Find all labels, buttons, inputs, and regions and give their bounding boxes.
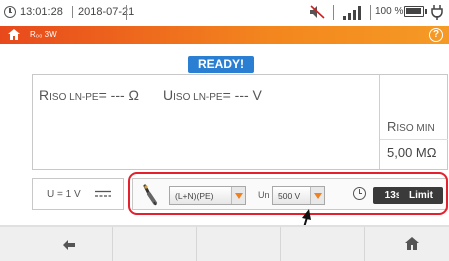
uiso-readout: UISO LN-PE= --- V bbox=[163, 87, 262, 103]
toolbar-slot bbox=[113, 227, 197, 261]
status-divider bbox=[126, 5, 127, 20]
back-arrow-icon bbox=[63, 240, 75, 250]
status-divider bbox=[370, 5, 371, 20]
highlight-frame bbox=[128, 172, 448, 215]
uiso-symbol: U bbox=[163, 87, 174, 103]
status-bar: 13:01:28 2018-07-21 100 % bbox=[0, 0, 449, 26]
status-divider bbox=[333, 5, 334, 20]
status-date: 2018-07-21 bbox=[72, 6, 134, 18]
riso-min-subscript: ISO MIN bbox=[396, 123, 435, 134]
bottom-toolbar bbox=[0, 225, 449, 261]
screen-title: R₀₀ 3W bbox=[30, 30, 57, 39]
status-time: 13:01:28 bbox=[20, 6, 63, 18]
clock-icon bbox=[4, 6, 16, 18]
riso-min-divider bbox=[380, 139, 448, 140]
uiso-value: = --- V bbox=[222, 87, 262, 103]
result-divider bbox=[379, 75, 380, 169]
plug-icon bbox=[431, 5, 443, 20]
dc-symbol-icon bbox=[95, 190, 111, 197]
uiso-subscript: ISO LN-PE bbox=[173, 92, 223, 103]
riso-subscript: ISO LN-PE bbox=[49, 92, 99, 103]
back-button[interactable] bbox=[0, 227, 113, 261]
home-icon bbox=[405, 237, 419, 250]
riso-symbol: R bbox=[39, 87, 50, 103]
title-bar: R₀₀ 3W ? bbox=[0, 26, 449, 44]
home-button[interactable] bbox=[365, 227, 449, 261]
riso-readout: RISO LN-PE= --- Ω bbox=[39, 87, 139, 103]
toolbar-slot bbox=[281, 227, 365, 261]
test-voltage-box: U = 1 V bbox=[32, 178, 124, 210]
home-icon[interactable] bbox=[7, 28, 21, 41]
test-voltage-label: U = 1 V bbox=[47, 189, 81, 200]
riso-value: = --- Ω bbox=[98, 87, 140, 103]
signal-icon bbox=[343, 6, 361, 20]
help-icon[interactable]: ? bbox=[429, 28, 443, 42]
riso-min-symbol: R bbox=[387, 119, 397, 134]
toolbar-slot bbox=[197, 227, 281, 261]
riso-min-value: 5,00 MΩ bbox=[387, 145, 437, 160]
mute-icon bbox=[310, 5, 325, 19]
ready-status-badge: READY! bbox=[188, 56, 254, 73]
battery-icon bbox=[404, 6, 427, 17]
battery-percent: 100 % bbox=[375, 6, 404, 17]
result-panel: RISO LN-PE= --- Ω UISO LN-PE= --- V RISO… bbox=[32, 74, 448, 170]
riso-min-label: RISO MIN bbox=[387, 119, 435, 134]
